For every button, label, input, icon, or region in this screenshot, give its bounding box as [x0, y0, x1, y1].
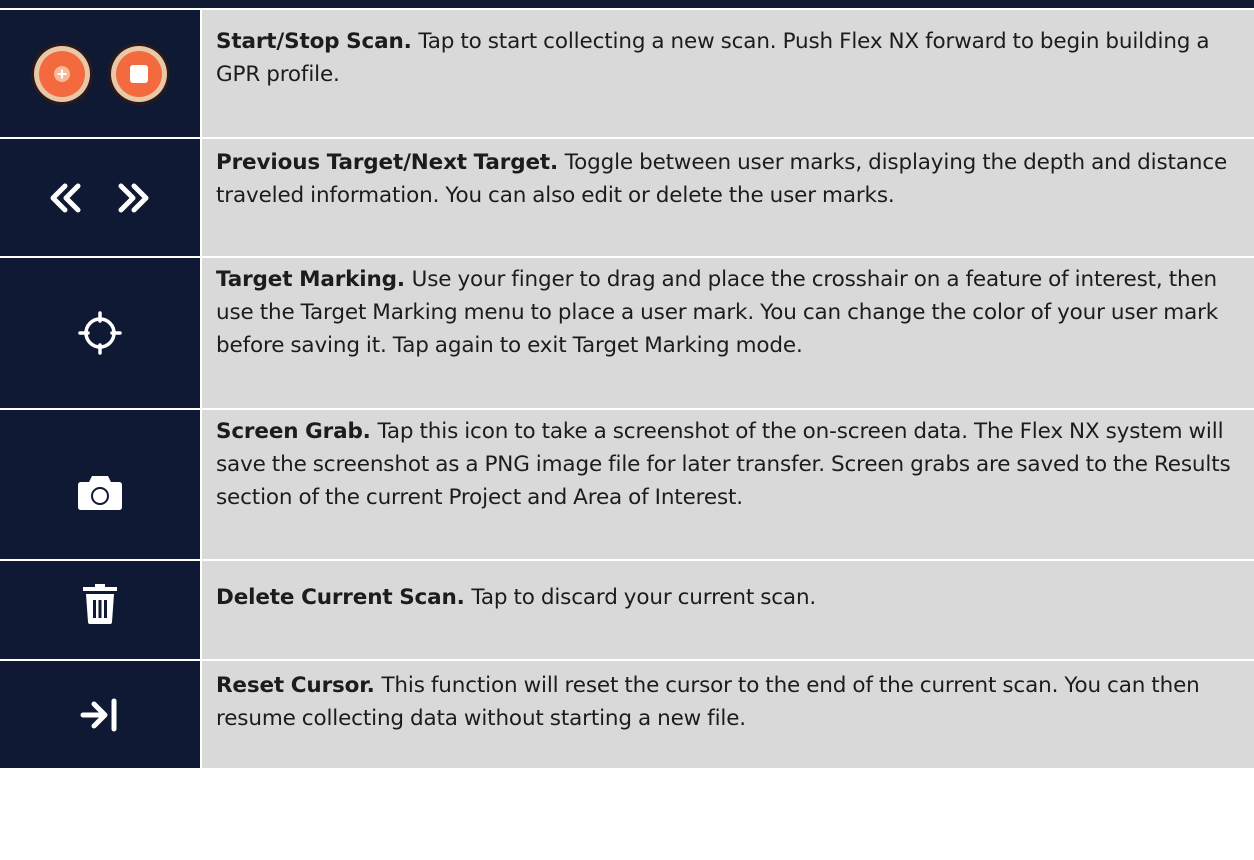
icon-cell: [0, 661, 202, 768]
description-cell: Reset Cursor. This function will reset t…: [202, 661, 1254, 768]
row-title: Delete Current Scan.: [216, 585, 472, 610]
crosshair-icon: [78, 311, 122, 355]
reset-cursor-icon: [80, 698, 117, 731]
trash-icon: [83, 584, 117, 624]
description-cell: Screen Grab. Tap this icon to take a scr…: [202, 410, 1254, 559]
table-row-previous-next-target: Previous Target/Next Target. Toggle betw…: [0, 139, 1254, 258]
row-description: Tap to discard your current scan.: [471, 585, 817, 610]
row-title: Target Marking.: [216, 267, 412, 292]
icon-cell: [0, 10, 202, 137]
camera-icon: [78, 475, 122, 510]
start-scan-icon: [31, 42, 93, 105]
description-cell: Target Marking. Use your finger to drag …: [202, 258, 1254, 408]
icon-reference-table: Start/Stop Scan. Tap to start collecting…: [0, 10, 1254, 770]
stop-scan-icon: [108, 42, 170, 105]
row-title: Reset Cursor.: [216, 673, 382, 698]
description-cell: Previous Target/Next Target. Toggle betw…: [202, 139, 1254, 256]
table-row-start-stop-scan: Start/Stop Scan. Tap to start collecting…: [0, 10, 1254, 139]
row-title: Start/Stop Scan.: [216, 29, 419, 54]
icon-cell: [0, 561, 202, 659]
icon-cell: [0, 258, 202, 408]
row-title: Previous Target/Next Target.: [216, 150, 565, 175]
description-cell: Start/Stop Scan. Tap to start collecting…: [202, 10, 1254, 137]
table-row-reset-cursor: Reset Cursor. This function will reset t…: [0, 661, 1254, 770]
icon-cell: [0, 410, 202, 559]
next-target-icon: [118, 183, 149, 212]
table-top-border: [0, 0, 1254, 8]
description-cell: Delete Current Scan. Tap to discard your…: [202, 561, 1254, 659]
table-row-delete-current-scan: Delete Current Scan. Tap to discard your…: [0, 561, 1254, 661]
icon-cell: [0, 139, 202, 256]
table-row-target-marking: Target Marking. Use your finger to drag …: [0, 258, 1254, 410]
row-title: Screen Grab.: [216, 419, 378, 444]
table-row-screen-grab: Screen Grab. Tap this icon to take a scr…: [0, 410, 1254, 561]
previous-target-icon: [50, 183, 81, 212]
